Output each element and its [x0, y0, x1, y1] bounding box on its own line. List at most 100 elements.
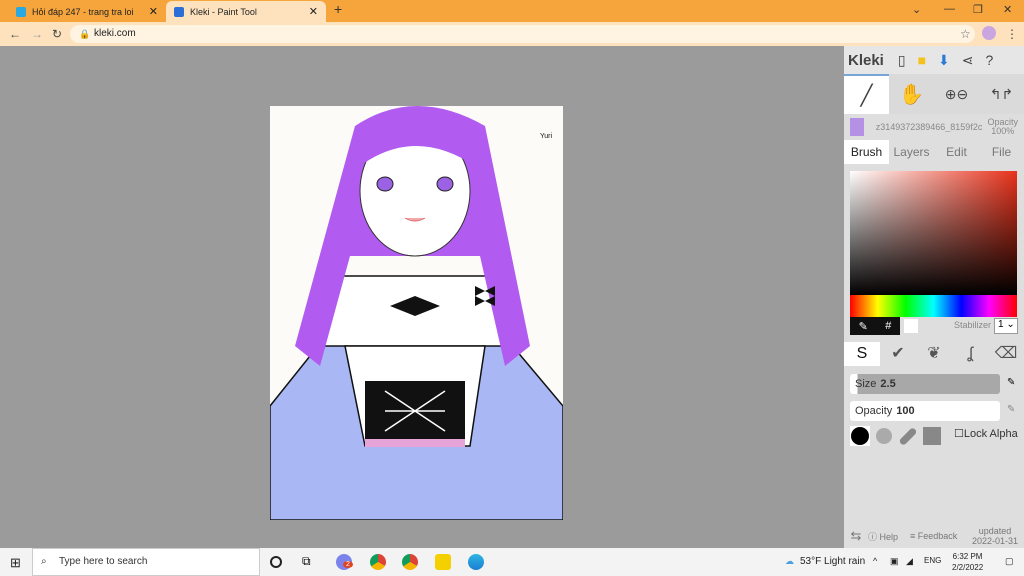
color-picker[interactable]	[850, 171, 1017, 295]
address-bar-row: ← → ↻ 🔒 kleki.com ☆ ⋮	[0, 22, 1024, 46]
help-icon[interactable]: ?	[986, 52, 994, 68]
tab-title: Hỏi đáp 247 - trang tra loi	[32, 6, 134, 17]
sketchy-brush-icon[interactable]: ❦	[916, 342, 952, 366]
secondary-color-swatch[interactable]	[904, 319, 918, 333]
layer-thumbnail	[850, 118, 864, 136]
layer-preview[interactable]: z3149372389466_8159f2c Opacity 100%	[844, 114, 1024, 140]
download-icon[interactable]: ⬇	[938, 52, 950, 69]
pen-brush-icon[interactable]: S	[844, 342, 880, 366]
panel-tabs: Brush Layers Edit File	[844, 140, 1024, 164]
app-icon[interactable]	[435, 554, 451, 570]
feedback-button[interactable]: ≡ Feedback	[910, 531, 972, 541]
round-tip-icon[interactable]	[850, 426, 870, 446]
weather-icon: ☁	[785, 556, 794, 566]
opacity-pen-pressure-icon[interactable]: ✎	[1007, 404, 1015, 415]
size-pen-pressure-icon[interactable]: ✎	[1007, 377, 1015, 388]
share-icon[interactable]: ⋖	[962, 52, 974, 69]
layer-name: z3149372389466_8159f2c	[875, 122, 983, 132]
size-label: Size	[855, 378, 877, 390]
color-controls: ✎ #	[850, 317, 900, 335]
zoom-in-out-icon[interactable]: ⊕⊖	[934, 74, 979, 114]
tab-brush[interactable]: Brush	[844, 140, 889, 164]
tab-layers[interactable]: Layers	[889, 140, 934, 164]
brush-tool-icon[interactable]: ╱	[844, 74, 889, 114]
soft-tip-icon[interactable]	[874, 426, 894, 446]
search-icon: ⌕	[41, 556, 47, 567]
edge-icon[interactable]	[468, 554, 484, 570]
browser-tab-bar: Hỏi đáp 247 - trang tra loi ✕ Kleki - Pai…	[0, 0, 1024, 22]
swap-side-icon[interactable]: ⇆	[844, 528, 868, 544]
chrome-profile-icon[interactable]	[402, 554, 418, 570]
new-image-icon[interactable]: ▯	[898, 52, 906, 69]
tab-edit[interactable]: Edit	[934, 140, 979, 164]
undo-redo-icon[interactable]: ↰↱	[979, 74, 1024, 114]
chrome-icon[interactable]	[370, 554, 386, 570]
profile-avatar[interactable]	[982, 26, 996, 40]
lock-alpha-label: Lock Alpha	[963, 428, 1018, 440]
windows-taskbar: ⊞ ⌕ Type here to search ⧉ 2 ☁ 53°F Light …	[0, 548, 1024, 576]
maximize-button[interactable]: ❐	[973, 3, 983, 16]
opacity-value: 100	[896, 405, 915, 417]
tab-file[interactable]: File	[979, 140, 1024, 164]
back-icon[interactable]: ←	[9, 27, 21, 41]
notifications-icon[interactable]: ▢	[1005, 556, 1014, 567]
updated-date: 2022-01-31	[972, 536, 1019, 546]
opacity-slider[interactable]: Opacity 100	[850, 401, 1000, 421]
kleki-favicon-icon	[174, 6, 184, 17]
close-window-button[interactable]: ✕	[1003, 3, 1012, 16]
minimize-button[interactable]: —	[944, 3, 955, 15]
taskbar-search-input[interactable]: ⌕ Type here to search	[32, 548, 260, 576]
clock-date: 2/2/2022	[952, 563, 984, 572]
lock-alpha-checkbox[interactable]: ☐Lock Alpha	[954, 427, 1018, 440]
url-input[interactable]: 🔒 kleki.com	[70, 25, 975, 43]
brush-types: S ✔ ❦ ʆ ⌫	[844, 342, 1024, 366]
url-text: kleki.com	[94, 28, 136, 39]
stabilizer-select[interactable]: 1 ⌄	[994, 318, 1018, 334]
stabilizer-value: 1	[998, 319, 1004, 330]
tab-hoidap[interactable]: Hỏi đáp 247 - trang tra loi ✕	[8, 1, 166, 22]
blend-brush-icon[interactable]: ✔	[880, 342, 916, 366]
hand-tool-icon[interactable]: ✋	[889, 74, 934, 114]
size-slider[interactable]: Size 2.5	[850, 374, 1000, 394]
help-button[interactable]: ⓘ Help	[868, 530, 910, 543]
layer-opacity-value: 100%	[991, 126, 1015, 136]
bookmark-star-icon[interactable]: ☆	[960, 27, 971, 41]
kleki-side-panel: Kleki ▯ ■ ⬇ ⋖ ? ╱ ✋ ⊕⊖ ↰↱ z3149372389466…	[844, 46, 1024, 548]
tool-row: ╱ ✋ ⊕⊖ ↰↱	[844, 74, 1024, 114]
square-tip-icon[interactable]	[922, 426, 942, 446]
hex-input-icon[interactable]: #	[885, 320, 891, 332]
lock-icon: 🔒	[79, 29, 91, 39]
pixel-brush-icon[interactable]: ʆ	[952, 342, 988, 366]
close-tab-icon[interactable]: ✕	[309, 5, 318, 18]
signature: Yuri	[540, 133, 553, 140]
new-tab-button[interactable]: +	[334, 1, 342, 17]
reload-icon[interactable]: ↻	[52, 27, 62, 41]
panel-footer: ⇆ ⓘ Help ≡ Feedback updated 2022-01-31	[844, 524, 1024, 548]
close-tab-icon[interactable]: ✕	[149, 5, 158, 18]
forward-icon[interactable]: →	[31, 27, 43, 41]
help-label: Help	[879, 531, 899, 542]
tab-kleki[interactable]: Kleki - Paint Tool ✕	[166, 1, 326, 22]
task-view-icon[interactable]: ⧉	[302, 554, 311, 569]
panel-toolbar: Kleki ▯ ■ ⬇ ⋖ ?	[844, 46, 1024, 74]
wifi-icon[interactable]: ◢	[906, 556, 913, 567]
language-indicator[interactable]: ENG	[924, 556, 941, 565]
favicon-icon	[16, 6, 26, 17]
meet-now-icon[interactable]: ▣	[890, 556, 899, 567]
eyedropper-icon[interactable]: ✎	[859, 320, 868, 333]
tab-search-button[interactable]: ⌄	[912, 3, 921, 16]
weather-text[interactable]: 53°F Light rain	[800, 556, 865, 567]
cortana-icon[interactable]	[270, 556, 282, 568]
hue-slider[interactable]	[850, 295, 1017, 317]
brush-tips	[850, 426, 942, 446]
clock[interactable]: 6:32 PM 2/2/2022	[952, 551, 983, 573]
tray-chevron-icon[interactable]: ^	[873, 556, 877, 566]
drawing-canvas[interactable]: Yuri	[270, 106, 563, 520]
windows-start-icon[interactable]: ⊞	[10, 555, 21, 571]
open-folder-icon[interactable]: ■	[918, 52, 926, 68]
stabilizer-label: Stabilizer	[954, 320, 992, 330]
clock-time: 6:32 PM	[952, 552, 983, 561]
eraser-icon[interactable]: ⌫	[988, 342, 1024, 366]
chisel-tip-icon[interactable]	[898, 426, 918, 446]
menu-icon[interactable]: ⋮	[1006, 27, 1018, 41]
